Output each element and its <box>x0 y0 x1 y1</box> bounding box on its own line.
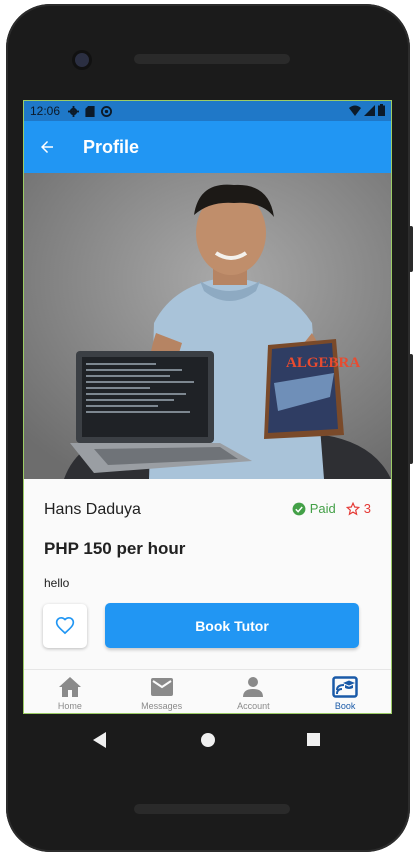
bottom-speaker <box>134 804 290 814</box>
system-recents-icon[interactable] <box>307 733 320 746</box>
front-camera <box>75 53 89 67</box>
earpiece-speaker <box>134 54 290 64</box>
power-button <box>409 226 413 272</box>
screen-edge <box>23 100 392 714</box>
system-home-icon[interactable] <box>201 733 215 747</box>
volume-button <box>409 354 413 464</box>
system-back-icon[interactable] <box>93 732 106 748</box>
system-navigation-bar <box>6 722 410 758</box>
